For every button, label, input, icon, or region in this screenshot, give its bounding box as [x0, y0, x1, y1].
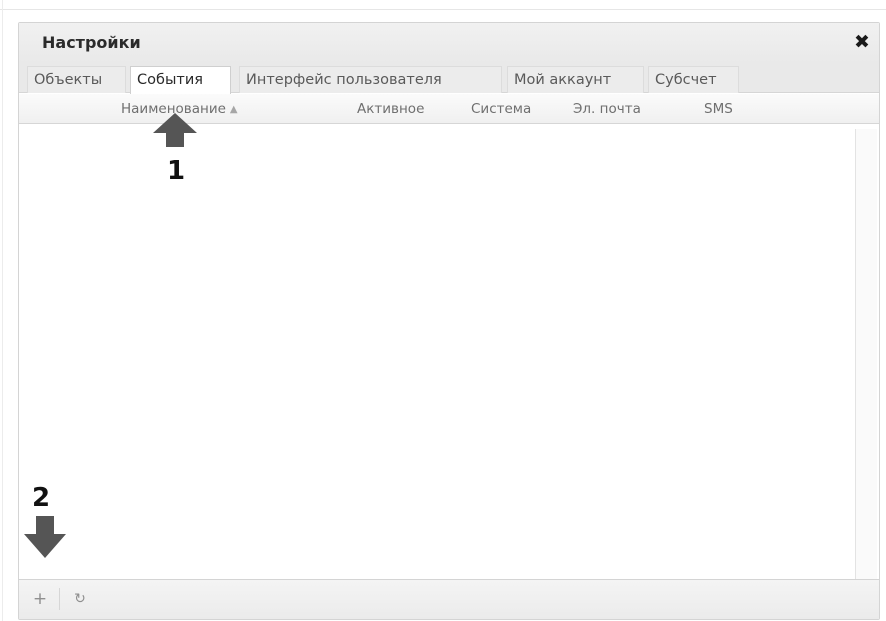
vertical-scrollbar[interactable]: [855, 129, 877, 579]
refresh-icon[interactable]: ↻: [69, 588, 91, 610]
callout-label-2: 2: [32, 483, 51, 513]
column-header-system[interactable]: Система: [471, 101, 531, 117]
sort-ascending-icon: ▲: [229, 104, 238, 115]
callout-label-1: 1: [167, 156, 186, 186]
tab-objects[interactable]: Объекты: [27, 66, 126, 93]
dialog-titlebar: Настройки ✖: [19, 23, 879, 63]
tab-bar: Объекты События Интерфейс пользователя М…: [19, 63, 879, 94]
page-edge: [2, 0, 3, 621]
settings-dialog: Настройки ✖ Объекты События Интерфейс по…: [18, 22, 880, 620]
toolbar-separator: [59, 588, 60, 610]
arrow-up-icon: [153, 113, 197, 147]
tab-my-account[interactable]: Мой аккаунт: [507, 66, 644, 93]
dialog-title: Настройки: [42, 33, 141, 52]
arrow-down-icon: [24, 516, 66, 558]
tab-events[interactable]: События: [130, 66, 231, 94]
events-grid-body: [19, 125, 879, 579]
grid-toolbar: + ↻: [19, 579, 879, 619]
column-header-sms[interactable]: SMS: [704, 101, 733, 117]
tab-subaccount[interactable]: Субсчет: [648, 66, 739, 93]
tab-user-interface[interactable]: Интерфейс пользователя: [239, 66, 502, 93]
close-icon[interactable]: ✖: [851, 31, 873, 53]
page-divider: [0, 9, 886, 10]
column-header-active[interactable]: Активное: [357, 101, 424, 117]
grid-header: Наименование ▲ Активное Система Эл. почта…: [19, 94, 879, 124]
plus-icon[interactable]: +: [29, 588, 51, 610]
column-header-email[interactable]: Эл. почта: [573, 101, 641, 117]
